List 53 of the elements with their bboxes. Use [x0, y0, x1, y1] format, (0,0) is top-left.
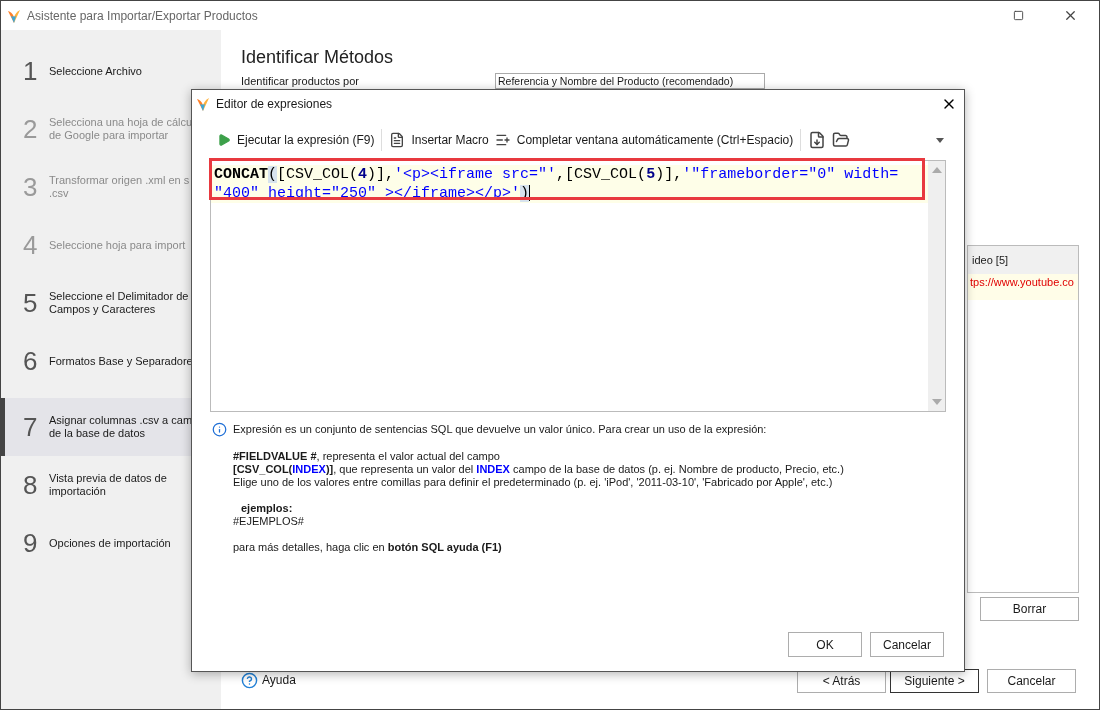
step-number: 3 [23, 170, 39, 204]
dialog-button[interactable]: Cancelar [870, 632, 944, 657]
help-intro: Expresión es un conjunto de sentencias SQL que devuelve un valor único. Para crear un uso de la expresión: [233, 423, 767, 436]
help-text: para más detalles, haga clic en botón SQL ayuda (F1) [233, 541, 503, 554]
toolbar-button[interactable]: Insertar Macro [386, 127, 492, 153]
step-label: Seleccione hoja para import [49, 238, 186, 252]
help-text: ejemplos: [240, 502, 294, 515]
step-number: 7 [23, 410, 39, 444]
step-number: 4 [23, 228, 39, 262]
scroll-up-icon[interactable] [931, 167, 942, 173]
nav-button[interactable]: Cancelar [987, 669, 1076, 693]
help-text: [CSV_COL(INDEX)], que representa un valor del INDEX campo de la base de datos (p. ej. Nombre de producto, Precio, etc.) [233, 463, 845, 476]
dropdown-caret-icon[interactable] [936, 137, 944, 143]
document-icon [389, 132, 406, 148]
dialog-button[interactable]: OK [788, 632, 862, 657]
identify-label: Identificar productos por [241, 74, 360, 89]
step-number: 1 [23, 54, 39, 88]
scrollbar[interactable] [928, 161, 945, 411]
info-icon [212, 422, 227, 437]
help-link[interactable]: Ayuda [262, 671, 296, 689]
document-download-icon [808, 131, 827, 149]
play-icon [217, 133, 231, 147]
column-header: ideo [5] [968, 246, 1078, 274]
help-text: #FIELDVALUE #, representa el valor actual del campo [233, 450, 501, 463]
step-label: Seleccione el Delimitador de Campos y Caracteres [49, 290, 189, 316]
step-number: 2 [23, 112, 39, 146]
table-cell: tps://www.youtube.co [968, 274, 1078, 300]
page-heading: Identificar Métodos [241, 46, 395, 69]
window-title: Asistente para Importar/Exportar Productos [27, 7, 258, 25]
step-number: 9 [23, 526, 39, 560]
toolbar-button[interactable]: Completar ventana automáticamente (Ctrl+Espacio) [491, 127, 797, 153]
step-label: Seleccione Archivo [49, 64, 142, 78]
step-number: 6 [23, 344, 39, 378]
list-icon [494, 132, 511, 148]
maximize-icon [1012, 10, 1024, 21]
help-icon [241, 671, 258, 689]
folder-icon [832, 131, 851, 149]
step-label: Asignar columnas .csv a cam de la base de datos [49, 414, 193, 440]
step-label: Vista previa de datos de importación [49, 472, 167, 498]
scroll-down-icon[interactable] [931, 399, 942, 405]
step-label: Selecciona una hoja de cálcu de Google para importar [49, 116, 193, 142]
step-number: 8 [23, 468, 39, 502]
clear-button[interactable]: Borrar [980, 597, 1079, 621]
help-text: #EJEMPLOS# [233, 515, 305, 528]
step-number: 5 [23, 286, 39, 320]
step-label: Formatos Base y Separadore [49, 354, 193, 368]
app-logo-icon [7, 7, 21, 24]
toolbar-button[interactable]: Ejecutar la expresión (F9) [214, 127, 378, 153]
help-text: Elige uno de los valores entre comillas para definir el predeterminado (p. ej. 'iPod', '2011-03-10', 'Fabricado por Apple', etc.) [233, 476, 834, 489]
step-label: Transformar origen .xml en s .csv [49, 174, 190, 200]
dialog-logo-icon [196, 96, 210, 112]
identify-dropdown[interactable]: Referencia y Nombre del Producto (recomendado) [495, 73, 765, 90]
step-label: Opciones de importación [49, 536, 171, 550]
